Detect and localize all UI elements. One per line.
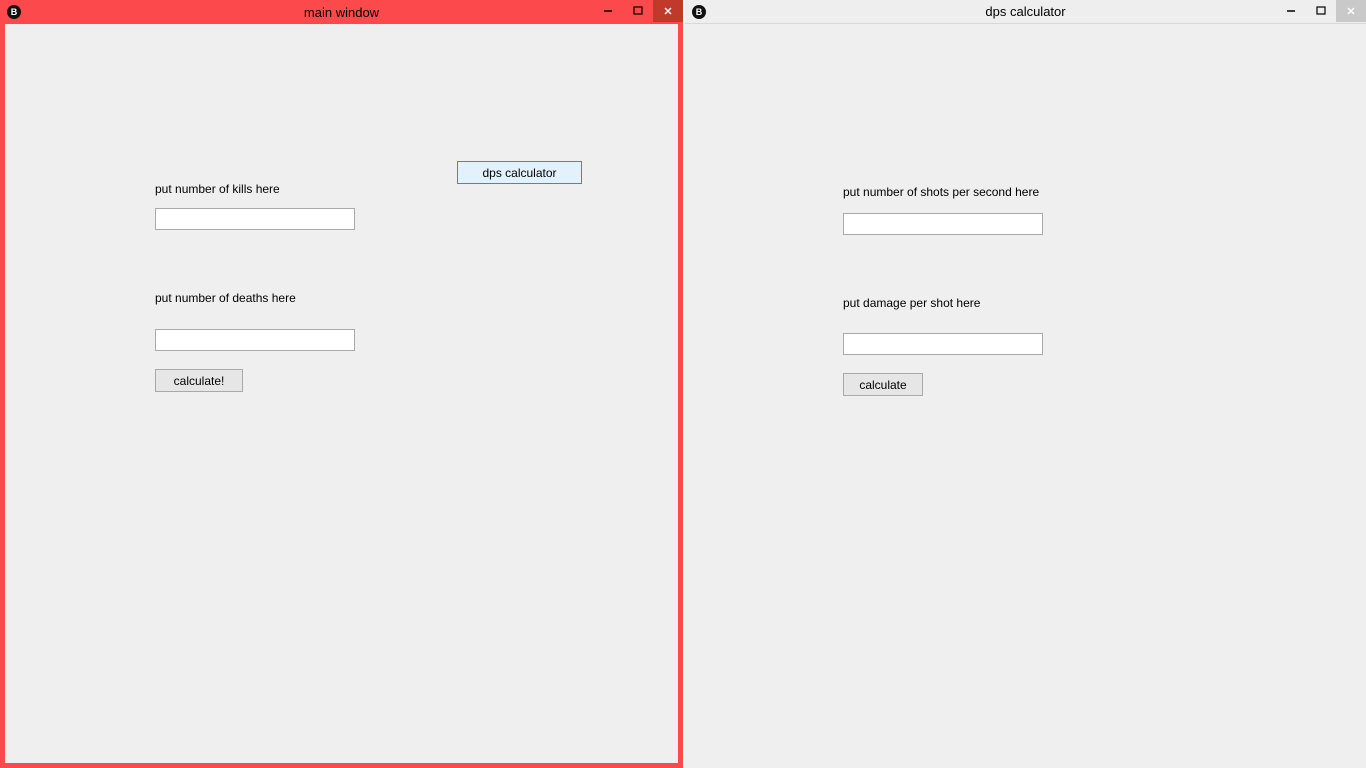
- damage-input[interactable]: [843, 333, 1043, 355]
- kills-label: put number of kills here: [155, 182, 280, 196]
- dps-window-titlebar[interactable]: B dps calculator: [685, 0, 1366, 24]
- minimize-button[interactable]: [1276, 0, 1306, 22]
- maximize-button[interactable]: [1306, 0, 1336, 22]
- close-button[interactable]: [653, 0, 683, 22]
- dps-window-client: put number of shots per second here put …: [685, 24, 1366, 768]
- main-window: B main window dps calculator put number …: [0, 0, 683, 768]
- svg-text:B: B: [11, 7, 18, 17]
- close-button[interactable]: [1336, 0, 1366, 22]
- window-controls: [593, 0, 683, 22]
- main-window-title: main window: [304, 5, 379, 20]
- kills-input[interactable]: [155, 208, 355, 230]
- dps-window: B dps calculator put number of shots per…: [685, 0, 1366, 768]
- window-controls: [1276, 0, 1366, 22]
- deaths-input[interactable]: [155, 329, 355, 351]
- shots-label: put number of shots per second here: [843, 185, 1039, 199]
- deaths-label: put number of deaths here: [155, 291, 296, 305]
- shots-input[interactable]: [843, 213, 1043, 235]
- main-window-titlebar[interactable]: B main window: [0, 0, 683, 24]
- dps-window-title: dps calculator: [985, 4, 1065, 19]
- main-window-client: dps calculator put number of kills here …: [0, 24, 683, 768]
- calculate-dps-button[interactable]: calculate: [843, 373, 923, 396]
- app-icon: B: [6, 4, 22, 20]
- minimize-button[interactable]: [593, 0, 623, 22]
- maximize-button[interactable]: [623, 0, 653, 22]
- svg-text:B: B: [696, 7, 703, 17]
- app-icon: B: [691, 4, 707, 20]
- dps-calculator-button[interactable]: dps calculator: [457, 161, 582, 184]
- damage-label: put damage per shot here: [843, 296, 980, 310]
- calculate-kd-button[interactable]: calculate!: [155, 369, 243, 392]
